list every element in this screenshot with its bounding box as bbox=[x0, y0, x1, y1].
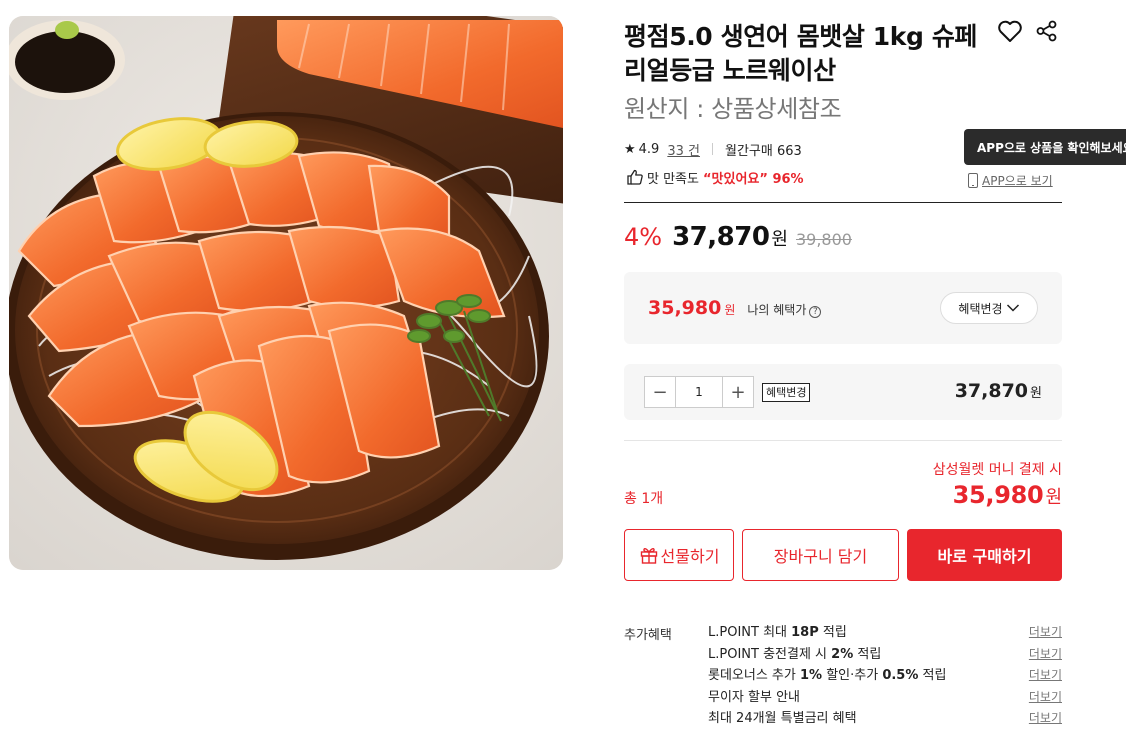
quantity-plus-button[interactable]: + bbox=[722, 376, 754, 408]
more-link[interactable]: 더보기 bbox=[1029, 708, 1062, 730]
sale-price-unit: 원 bbox=[771, 229, 788, 250]
mobile-phone-icon bbox=[968, 173, 978, 188]
extra-benefit-highlight: 0.5% bbox=[882, 668, 919, 683]
product-origin: 원산지 : 상품상세참조 bbox=[624, 95, 842, 123]
taste-label: 맛 만족도 bbox=[647, 171, 699, 187]
review-count-link[interactable]: 33 건 bbox=[667, 140, 700, 159]
extra-benefit-text: 적립 bbox=[818, 625, 847, 640]
product-info-panel: 평점5.0 생연어 몸뱃살 1kg 슈페리얼등급 노르웨이산 원산지 : 상품상… bbox=[624, 0, 1062, 744]
extra-benefit-text: 무이자 할부 안내 bbox=[708, 689, 800, 705]
benefit-change-button[interactable]: 혜택변경 bbox=[940, 292, 1038, 324]
extra-benefit-item: L.POINT 충전결제 시 2% 적립 더보기 bbox=[708, 644, 1062, 666]
original-price: 39,800 bbox=[795, 230, 852, 249]
extra-benefit-text: 롯데오너스 추가 bbox=[708, 668, 800, 683]
quantity-benefit-tag[interactable]: 혜택변경 bbox=[762, 383, 811, 402]
taste-value: “맛있어요” 96% bbox=[702, 171, 804, 187]
quantity-price: 37,870 원 bbox=[955, 380, 1042, 402]
rating-score: 4.9 bbox=[638, 141, 660, 157]
app-view-label: APP으로 보기 bbox=[982, 174, 1053, 188]
salmon-platter-illustration bbox=[9, 16, 563, 570]
rating-row: ★ 4.9 33 건 월간구매 663 bbox=[624, 140, 802, 159]
product-image[interactable] bbox=[9, 16, 563, 570]
price-row: 4% 37,870 원 39,800 bbox=[624, 222, 852, 256]
extra-benefit-highlight: 2% bbox=[831, 646, 854, 662]
discount-rate: 4% bbox=[624, 223, 663, 251]
total-amount: 35,980 bbox=[952, 481, 1044, 509]
gift-button[interactable]: 선물하기 bbox=[624, 529, 734, 581]
quantity-input[interactable]: 1 bbox=[676, 376, 722, 408]
info-icon[interactable]: ? bbox=[809, 306, 822, 318]
extra-benefit-text: 적립 bbox=[853, 646, 882, 662]
extra-benefit-item: 롯데오너스 추가 1% 할인·추가 0.5% 적립 더보기 bbox=[708, 665, 1062, 687]
extra-benefits-list: L.POINT 최대 18P 적립 더보기 L.POINT 충전결제 시 2% … bbox=[708, 622, 1062, 730]
star-icon: ★ bbox=[624, 141, 636, 157]
more-link[interactable]: 더보기 bbox=[1029, 644, 1062, 666]
heart-icon[interactable] bbox=[997, 19, 1023, 43]
total-price: 35,980 원 bbox=[953, 481, 1062, 509]
app-tooltip: APP으로 상품을 확인해보세요 bbox=[964, 129, 1126, 165]
benefit-amount: 35,980 bbox=[648, 297, 722, 319]
gift-label: 선물하기 bbox=[660, 547, 720, 566]
extra-benefit-item: 최대 24개월 특별금리 혜택 더보기 bbox=[708, 708, 1062, 730]
total-unit: 원 bbox=[1045, 487, 1062, 508]
extra-benefit-text: 할인·추가 bbox=[822, 668, 883, 683]
benefit-price: 35,980 원 나의 혜택가 ? bbox=[648, 297, 822, 319]
extra-benefit-text: L.POINT 최대 bbox=[708, 625, 792, 640]
quantity-price-amount: 37,870 bbox=[954, 380, 1029, 402]
benefit-price-box: 35,980 원 나의 혜택가 ? 혜택변경 bbox=[624, 272, 1062, 344]
monthly-purchase: 월간구매 663 bbox=[724, 143, 802, 159]
quantity-box: − 1 + 혜택변경 37,870 원 bbox=[624, 364, 1062, 420]
extra-benefit-item: 무이자 할부 안내 더보기 bbox=[708, 687, 1062, 709]
total-count: 총 1개 bbox=[624, 491, 664, 507]
quantity-stepper: − 1 + bbox=[644, 376, 754, 408]
benefit-unit: 원 bbox=[724, 303, 736, 317]
divider bbox=[624, 202, 1062, 203]
more-link[interactable]: 더보기 bbox=[1029, 687, 1062, 709]
extra-benefit-item: L.POINT 최대 18P 적립 더보기 bbox=[708, 622, 1062, 644]
product-title: 평점5.0 생연어 몸뱃살 1kg 슈페리얼등급 노르웨이산 bbox=[624, 22, 978, 85]
extra-benefit-text: 적립 bbox=[918, 668, 947, 683]
quantity-price-unit: 원 bbox=[1030, 386, 1042, 401]
payment-note: 삼성월렛 머니 결제 시 bbox=[932, 462, 1062, 478]
benefit-change-label: 혜택변경 bbox=[958, 301, 1003, 316]
app-view-link[interactable]: APP으로 보기 bbox=[968, 172, 1053, 189]
benefit-label: 나의 혜택가 bbox=[747, 303, 807, 317]
extra-benefit-text: L.POINT 충전결제 시 bbox=[708, 646, 832, 662]
extra-benefits-label: 추가혜택 bbox=[624, 628, 672, 643]
gift-icon bbox=[640, 547, 657, 564]
extra-benefit-highlight: 18P bbox=[791, 625, 819, 640]
share-icon[interactable] bbox=[1036, 20, 1058, 42]
extra-benefit-highlight: 1% bbox=[800, 668, 823, 683]
quantity-minus-button[interactable]: − bbox=[644, 376, 676, 408]
more-link[interactable]: 더보기 bbox=[1029, 665, 1062, 687]
more-link[interactable]: 더보기 bbox=[1029, 622, 1062, 644]
extra-benefit-text: 최대 24개월 특별금리 혜택 bbox=[708, 711, 857, 726]
add-to-cart-button[interactable]: 장바구니 담기 bbox=[742, 529, 899, 581]
divider bbox=[624, 440, 1062, 441]
rating-divider bbox=[711, 143, 713, 155]
sale-price: 37,870 bbox=[672, 222, 770, 252]
buy-now-button[interactable]: 바로 구매하기 bbox=[907, 529, 1062, 581]
chevron-down-icon bbox=[1006, 304, 1019, 312]
thumbs-up-icon bbox=[627, 169, 643, 185]
taste-satisfaction: 맛 만족도 “맛있어요” 96% bbox=[626, 167, 804, 187]
